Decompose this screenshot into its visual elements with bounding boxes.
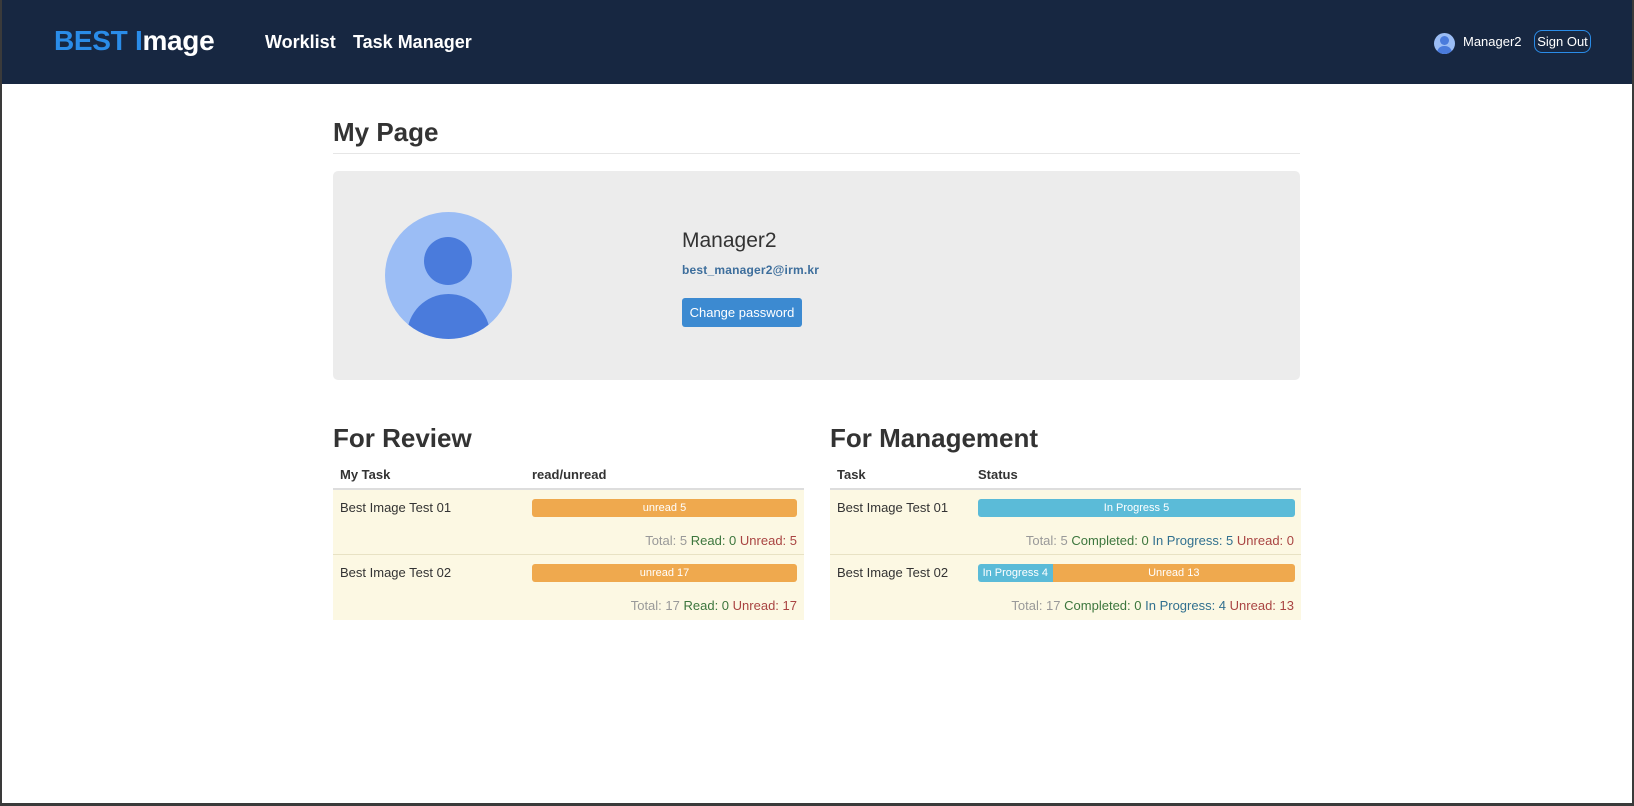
summary-count: Read: 0 [690,533,737,548]
browser-window: BEST Image Worklist Task Manager Manager… [2,0,1632,803]
nav-task-manager[interactable]: Task Manager [353,31,472,53]
profile-panel: Manager2 best_manager2@irm.kr Change pas… [333,171,1300,380]
management-table: Task Status Best Image Test 01 In Progres… [830,462,1301,620]
summary-count: Unread: 0 [1236,533,1294,548]
progress-segment: unread 5 [532,499,797,517]
summary-count: Total: 5 [645,533,688,548]
brand-logo-suffix: mage [142,25,215,56]
task-name[interactable]: Best Image Test 02 [340,565,451,581]
table-row[interactable]: Best Image Test 02 unread 17 Total: 17 Rea… [333,555,804,620]
progress-bar: In Progress 5 [978,499,1295,517]
review-table: My Task read/unread Best Image Test 01 un… [333,462,804,620]
brand-logo[interactable]: BEST Image [54,24,215,58]
review-section-title: For Review [333,423,472,453]
task-name[interactable]: Best Image Test 01 [340,500,451,516]
table-row[interactable]: Best Image Test 02 In Progress 4 Unread 13… [830,555,1301,620]
task-name[interactable]: Best Image Test 01 [837,500,948,516]
row-summary: Total: 17 Read: 0 Unread: 17 [631,598,797,614]
summary-count: Total: 5 [1025,533,1068,548]
progress-segment: In Progress 4 [978,564,1053,582]
table-row[interactable]: Best Image Test 01 In Progress 5 Total: 5 … [830,490,1301,555]
summary-count: Unread: 5 [739,533,797,548]
table-header: My Task read/unread [333,462,804,490]
summary-count: Total: 17 [1011,598,1061,613]
col-header-status: Status [978,467,1018,482]
table-row[interactable]: Best Image Test 01 unread 5 Total: 5 Read:… [333,490,804,555]
summary-count: Unread: 13 [1229,598,1294,613]
task-name[interactable]: Best Image Test 02 [837,565,948,581]
summary-count: In Progress: 4 [1145,598,1227,613]
top-navbar: BEST Image Worklist Task Manager Manager… [2,0,1632,84]
row-summary: Total: 5 Read: 0 Unread: 5 [645,533,797,549]
col-header-status: read/unread [532,467,607,482]
profile-name: Manager2 [682,229,777,252]
profile-email: best_manager2@irm.kr [682,263,820,277]
summary-count: In Progress: 5 [1152,533,1234,548]
col-header-task: My Task [340,467,391,482]
row-summary: Total: 17 Completed: 0 In Progress: 4 Un… [1011,598,1294,614]
profile-avatar-icon [385,212,512,339]
user-avatar-icon [1434,33,1455,54]
nav-worklist[interactable]: Worklist [265,31,336,53]
progress-bar: unread 17 [532,564,797,582]
brand-logo-prefix: BEST I [54,25,143,56]
progress-bar: unread 5 [532,499,797,517]
summary-count: Unread: 17 [732,598,797,613]
summary-count: Completed: 0 [1071,533,1149,548]
title-divider [333,153,1300,154]
page-title: My Page [333,117,439,147]
user-name[interactable]: Manager2 [1463,34,1522,50]
change-password-button[interactable]: Change password [682,298,802,327]
table-header: Task Status [830,462,1301,490]
progress-segment: unread 17 [532,564,797,582]
management-section-title: For Management [830,423,1039,453]
col-header-task: Task [837,467,866,482]
row-summary: Total: 5 Completed: 0 In Progress: 5 Unr… [1026,533,1294,549]
progress-bar: In Progress 4 Unread 13 [978,564,1295,582]
summary-count: Read: 0 [683,598,730,613]
summary-count: Total: 17 [630,598,680,613]
progress-segment: In Progress 5 [978,499,1295,517]
progress-segment: Unread 13 [1052,564,1295,582]
sign-out-button[interactable]: Sign Out [1534,30,1591,53]
summary-count: Completed: 0 [1064,598,1142,613]
